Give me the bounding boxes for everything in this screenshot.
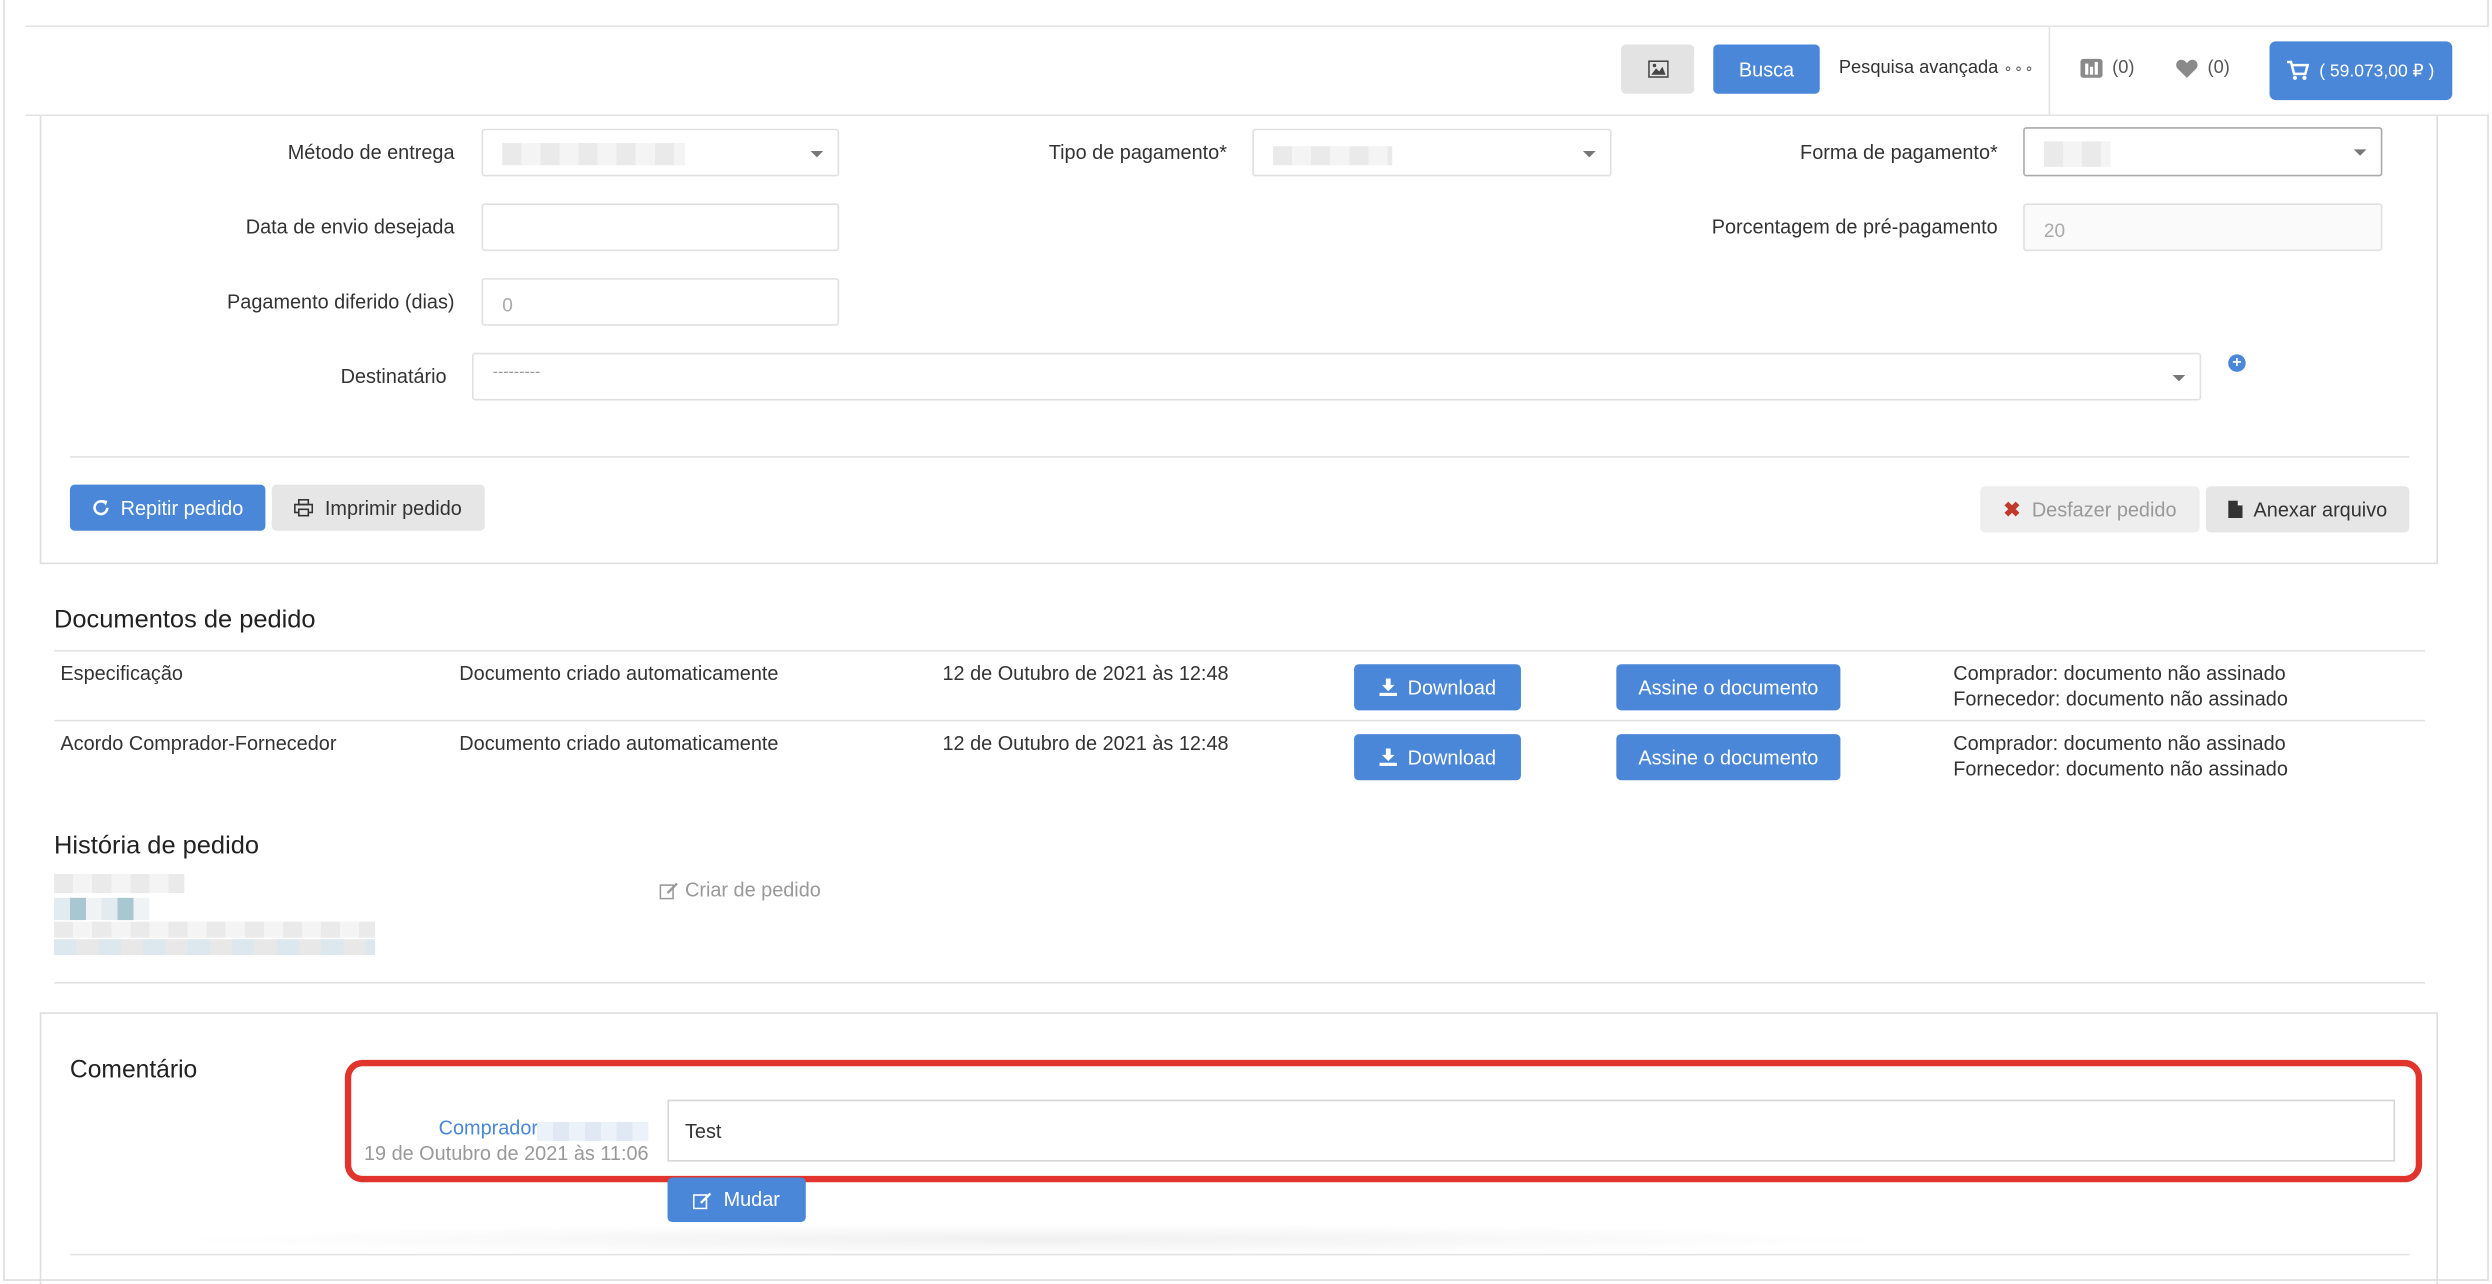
compare-link[interactable]: (0) xyxy=(2080,58,2135,78)
search-button[interactable]: Busca xyxy=(1713,44,1820,94)
chevron-down-icon xyxy=(2353,149,2367,156)
image-search-button[interactable] xyxy=(1621,44,1695,94)
cart-button[interactable]: ( 59.073,00 ₽ ) xyxy=(2269,41,2453,101)
document-name: Acordo Comprador-Fornecedor xyxy=(60,732,337,755)
bottom-divider xyxy=(69,1253,2410,1256)
payment-type-select[interactable] xyxy=(1252,128,1612,177)
delivery-method-select[interactable] xyxy=(481,128,840,177)
favorites-link[interactable]: (0) xyxy=(2176,59,2230,78)
chevron-down-icon xyxy=(2172,375,2186,382)
document-date: 12 de Outubro de 2021 às 12:48 xyxy=(942,732,1229,755)
download-label: Download xyxy=(1407,746,1497,769)
document-name: Especificação xyxy=(60,662,183,685)
sign-document-button[interactable]: Assine o documento xyxy=(1616,734,1841,781)
redacted-value xyxy=(502,143,685,166)
download-icon xyxy=(1379,678,1397,697)
redacted-value xyxy=(1273,146,1393,166)
chevron-down-icon xyxy=(1582,150,1596,158)
deferred-payment-input[interactable]: 0 xyxy=(481,278,840,326)
page-canvas: Busca Pesquisa avançada ∘∘∘ (0) (0) ( 59… xyxy=(0,0,2492,1284)
refresh-icon xyxy=(93,499,109,516)
edit-comment-label: Mudar xyxy=(723,1188,780,1211)
prepayment-input[interactable]: 20 xyxy=(2023,203,2383,252)
recipient-label: Destinatário xyxy=(340,365,447,388)
edit-comment-button[interactable]: Mudar xyxy=(667,1177,806,1223)
recipient-select[interactable]: --------- xyxy=(472,352,2202,401)
image-icon xyxy=(1647,60,1668,78)
document-origin: Documento criado automaticamente xyxy=(459,662,779,685)
cart-total: ( 59.073,00 ₽ ) xyxy=(2319,61,2435,82)
print-icon xyxy=(294,498,314,517)
payment-type-label: Tipo de pagamento* xyxy=(1048,141,1227,164)
chevron-down-icon xyxy=(810,150,824,158)
sign-document-button[interactable]: Assine o documento xyxy=(1616,664,1841,711)
buyer-status: Comprador: documento não assinado xyxy=(1953,732,2286,755)
header-divider xyxy=(2048,27,2051,117)
buyer-status: Comprador: documento não assinado xyxy=(1953,662,2286,685)
download-button[interactable]: Download xyxy=(1354,664,1521,711)
payment-form-label: Forma de pagamento* xyxy=(1800,141,1998,164)
dots-icon: ∘∘∘ xyxy=(2003,60,2036,77)
redacted-author-name xyxy=(537,1121,649,1141)
favorites-count: (0) xyxy=(2207,58,2230,78)
documents-title: Documentos de pedido xyxy=(54,607,316,635)
document-origin: Documento criado automaticamente xyxy=(459,732,779,755)
history-event: Criar de pedido xyxy=(659,878,821,902)
advanced-search-link[interactable]: Pesquisa avançada ∘∘∘ xyxy=(1839,59,2035,78)
edit-icon xyxy=(693,1191,712,1209)
attach-file-button[interactable]: Anexar arquivo xyxy=(2205,486,2410,533)
undo-order-button[interactable]: ✖ Desfazer pedido xyxy=(1980,486,2200,533)
print-order-label: Imprimir pedido xyxy=(324,496,462,519)
prepayment-label: Porcentagem de pré-pagamento xyxy=(1711,216,1998,239)
supplier-status: Fornecedor: documento não assinado xyxy=(1953,758,2288,781)
redacted-value xyxy=(2043,141,2111,167)
comment-date: 19 de Outubro de 2021 às 11:06 xyxy=(363,1142,649,1165)
repeat-order-label: Repitir pedido xyxy=(120,496,244,519)
history-title: História de pedido xyxy=(54,832,260,860)
comment-author-link[interactable]: Comprador xyxy=(439,1117,538,1139)
plus-circle-icon[interactable]: + xyxy=(2228,354,2246,372)
attach-file-label: Anexar arquivo xyxy=(2253,498,2388,521)
advanced-search-label: Pesquisa avançada xyxy=(1838,58,1999,78)
repeat-order-button[interactable]: Repitir pedido xyxy=(69,484,266,531)
document-date: 12 de Outubro de 2021 às 12:48 xyxy=(942,662,1229,685)
documents-divider xyxy=(54,649,2426,652)
file-icon xyxy=(2228,500,2243,519)
ship-date-label: Data de envio desejada xyxy=(245,216,455,239)
comment-text-field[interactable]: Test xyxy=(667,1099,2396,1162)
heart-icon xyxy=(2176,59,2198,78)
download-button[interactable]: Download xyxy=(1354,734,1521,781)
history-divider xyxy=(54,982,2426,984)
times-icon: ✖ xyxy=(2003,496,2021,521)
deferred-payment-label: Pagamento diferido (dias) xyxy=(227,290,455,314)
payment-form-select[interactable] xyxy=(2023,127,2383,177)
cart-icon xyxy=(2287,60,2310,80)
download-label: Download xyxy=(1407,676,1497,699)
compare-count: (0) xyxy=(2112,58,2135,78)
download-icon xyxy=(1379,748,1397,766)
undo-order-label: Desfazer pedido xyxy=(2031,498,2177,521)
edit-icon xyxy=(659,881,678,899)
form-divider xyxy=(69,456,2410,458)
recipient-value: --------- xyxy=(492,363,541,382)
comment-author: Comprador xyxy=(438,1117,539,1140)
bottom-shadow xyxy=(158,1223,1908,1256)
compare-icon xyxy=(2080,58,2103,78)
row-divider xyxy=(54,719,2426,722)
ship-date-input[interactable] xyxy=(481,203,840,252)
supplier-status: Fornecedor: documento não assinado xyxy=(1953,688,2288,711)
print-order-button[interactable]: Imprimir pedido xyxy=(271,484,485,531)
history-event-label: Criar de pedido xyxy=(684,878,821,902)
comment-title: Comentário xyxy=(69,1056,198,1084)
delivery-method-label: Método de entrega xyxy=(287,141,455,164)
